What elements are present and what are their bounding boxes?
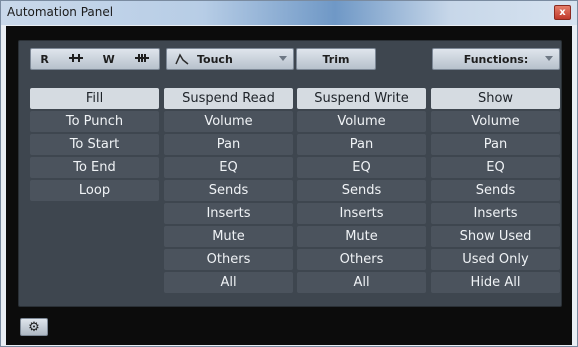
suspend-write-item[interactable]: Volume — [297, 111, 426, 132]
settings-button[interactable]: ⚙ — [20, 318, 48, 336]
read-strike-icon — [68, 53, 83, 62]
show-item[interactable]: Used Only — [431, 249, 560, 270]
show-item[interactable]: Sends — [431, 180, 560, 201]
suspend-write-item[interactable]: Pan — [297, 134, 426, 155]
show-item[interactable]: Show Used — [431, 226, 560, 247]
read-write-buttons: R W — [30, 48, 160, 70]
suspend-read-item[interactable]: Mute — [164, 226, 293, 247]
read-button[interactable]: R — [40, 53, 48, 66]
suspend-read-item[interactable]: Inserts — [164, 203, 293, 224]
functions-label: Functions: — [463, 52, 529, 66]
suspend-read-item[interactable]: Others — [164, 249, 293, 270]
chevron-down-icon — [545, 56, 553, 61]
fill-item[interactable]: To Start — [30, 134, 159, 155]
suspend-read-column: Suspend Read Volume Pan EQ Sends Inserts… — [164, 88, 293, 295]
column-header-show: Show — [431, 88, 560, 109]
suspend-write-item[interactable]: Others — [297, 249, 426, 270]
write-button[interactable]: W — [103, 53, 115, 66]
show-item[interactable]: Volume — [431, 111, 560, 132]
write-all-button[interactable] — [134, 53, 150, 66]
suspend-write-item[interactable]: All — [297, 272, 426, 293]
suspend-read-item[interactable]: Sends — [164, 180, 293, 201]
suspend-read-item[interactable]: EQ — [164, 157, 293, 178]
suspend-write-item[interactable]: Inserts — [297, 203, 426, 224]
write-strike-icon — [134, 53, 149, 62]
suspend-write-item[interactable]: Sends — [297, 180, 426, 201]
suspend-read-item[interactable]: All — [164, 272, 293, 293]
title-bar[interactable]: Automation Panel x — [1, 1, 577, 25]
read-all-button[interactable] — [68, 53, 84, 66]
automation-mode-dropdown[interactable]: Touch — [166, 48, 294, 70]
show-item[interactable]: Inserts — [431, 203, 560, 224]
suspend-read-item[interactable]: Volume — [164, 111, 293, 132]
fill-item[interactable]: To End — [30, 157, 159, 178]
suspend-read-item[interactable]: Pan — [164, 134, 293, 155]
suspend-write-item[interactable]: Mute — [297, 226, 426, 247]
show-column: Show Volume Pan EQ Sends Inserts Show Us… — [431, 88, 560, 295]
chevron-down-icon — [279, 56, 287, 61]
column-header-suspend-write: Suspend Write — [297, 88, 426, 109]
window-title: Automation Panel — [7, 5, 114, 19]
trim-button[interactable]: Trim — [296, 48, 376, 70]
suspend-write-column: Suspend Write Volume Pan EQ Sends Insert… — [297, 88, 426, 295]
gear-icon: ⚙ — [28, 319, 40, 335]
column-header-suspend-read: Suspend Read — [164, 88, 293, 109]
functions-dropdown[interactable]: Functions: — [432, 48, 560, 70]
suspend-write-item[interactable]: EQ — [297, 157, 426, 178]
touch-mode-icon — [175, 53, 189, 65]
trim-label: Trim — [322, 52, 350, 66]
column-header-fill: Fill — [30, 88, 159, 109]
show-item[interactable]: EQ — [431, 157, 560, 178]
close-button[interactable]: x — [554, 5, 571, 20]
fill-column: Fill To Punch To Start To End Loop — [30, 88, 159, 203]
automation-mode-value: Touch — [197, 52, 233, 66]
show-item[interactable]: Hide All — [431, 272, 560, 293]
fill-item[interactable]: Loop — [30, 180, 159, 201]
fill-item[interactable]: To Punch — [30, 111, 159, 132]
show-item[interactable]: Pan — [431, 134, 560, 155]
